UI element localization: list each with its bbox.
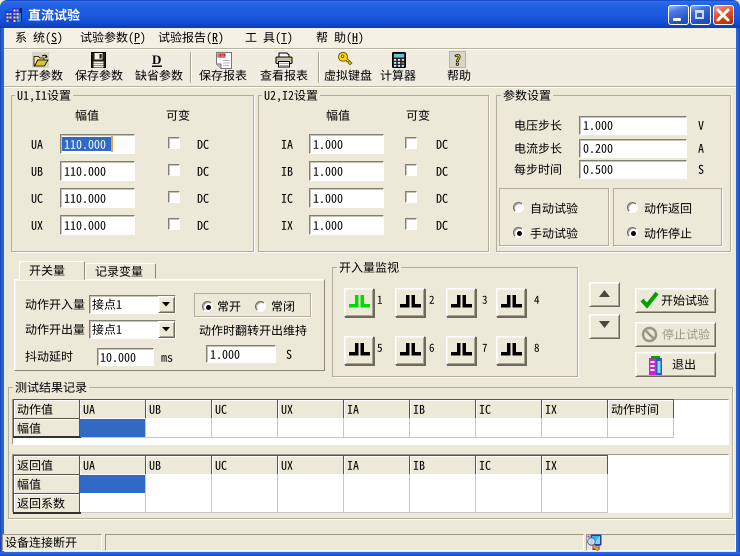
svg-text:D: D [152,52,161,67]
svg-text:EXL: EXL [218,53,226,58]
